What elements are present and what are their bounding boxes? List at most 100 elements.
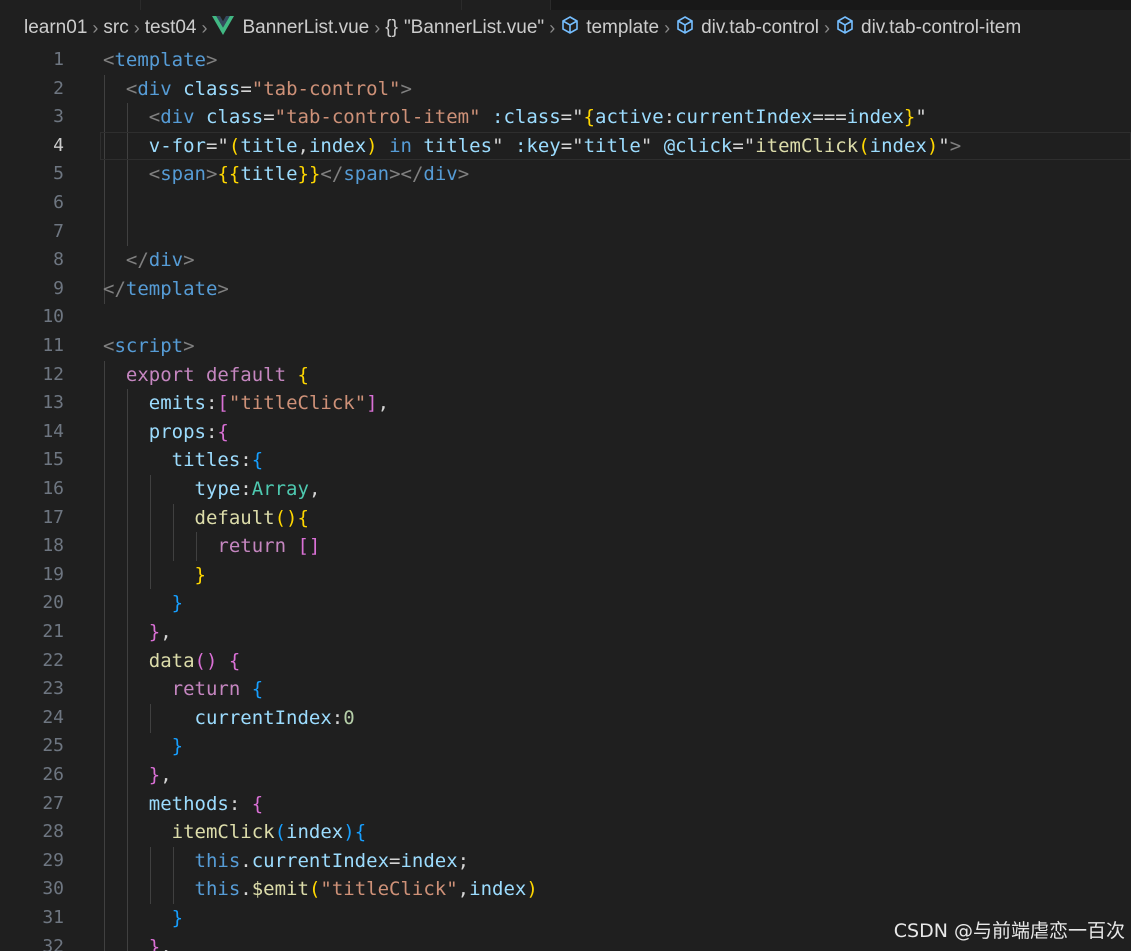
- code-token: >: [217, 277, 229, 300]
- code-text: return []: [103, 532, 320, 561]
- line-number: 1: [53, 49, 64, 70]
- code-line[interactable]: 4 v-for="(title,index) in titles" :key="…: [0, 131, 1131, 161]
- cube-icon: [560, 15, 580, 41]
- code-token: :: [228, 792, 252, 815]
- code-token: </: [103, 277, 126, 300]
- code-token: []: [297, 535, 321, 558]
- code-token: active: [595, 106, 664, 129]
- code-text: this.currentIndex=index;: [103, 847, 470, 876]
- breadcrumb-item-div-tab-control[interactable]: div.tab-control: [675, 15, 819, 41]
- code-line[interactable]: 20 }: [0, 589, 1131, 618]
- breadcrumb-item-test04[interactable]: test04: [145, 17, 197, 39]
- code-token: :key: [514, 134, 561, 157]
- breadcrumb-item-template[interactable]: template: [560, 15, 659, 41]
- code-token: ,: [308, 478, 321, 500]
- code-token: div: [137, 77, 172, 100]
- code-line[interactable]: 12 export default {: [0, 361, 1131, 390]
- code-line[interactable]: 11 <script>: [0, 332, 1131, 361]
- code-line[interactable]: 13 emits:["titleClick"],: [0, 389, 1131, 418]
- line-number: 2: [53, 77, 64, 99]
- code-text: emits:["titleClick"],: [103, 389, 389, 418]
- breadcrumb-label: div.tab-control: [701, 17, 819, 38]
- code-line[interactable]: 28 itemClick(index){: [0, 818, 1131, 847]
- code-text: },: [103, 618, 172, 647]
- line-number: 18: [42, 535, 64, 557]
- code-token: "titleClick": [320, 878, 458, 901]
- line-number: 8: [53, 249, 64, 271]
- editor-tab[interactable]: [0, 0, 141, 10]
- line-number: 23: [42, 678, 64, 700]
- code-line[interactable]: 6: [0, 189, 1131, 218]
- code-text: </div>: [103, 246, 195, 275]
- code-line[interactable]: 5 <span>{{title}}</span></div>: [0, 160, 1131, 189]
- code-editor[interactable]: 1 <template> 2 <div class="tab-control"> 3 …: [0, 46, 1131, 951]
- code-line[interactable]: 30 this.$emit("titleClick",index): [0, 875, 1131, 904]
- code-line[interactable]: 9 </template>: [0, 275, 1131, 304]
- code-token: </: [125, 249, 149, 272]
- line-number: 21: [42, 621, 64, 642]
- breadcrumb-item-object[interactable]: {} "BannerList.vue": [385, 17, 544, 39]
- code-line[interactable]: 22 data() {: [0, 647, 1131, 676]
- code-token: }: [194, 563, 206, 586]
- code-line[interactable]: 21 },: [0, 618, 1131, 647]
- code-token: ": [915, 106, 927, 129]
- breadcrumb-item-learn01[interactable]: learn01: [24, 17, 87, 39]
- code-line[interactable]: 7: [0, 218, 1131, 247]
- code-token: "tab-control-item": [274, 106, 481, 129]
- chevron-right-icon: ›: [201, 17, 208, 38]
- code-token: =: [240, 77, 252, 100]
- line-number: 24: [42, 706, 64, 728]
- code-token: ): [343, 821, 355, 844]
- watermark: CSDN @与前端虐恋一百次: [893, 920, 1125, 942]
- code-text: },: [103, 761, 172, 790]
- code-line[interactable]: 16 type:Array,: [0, 475, 1131, 504]
- code-token: script: [114, 335, 184, 357]
- code-line[interactable]: 14 props:{: [0, 418, 1131, 447]
- line-number: 12: [42, 363, 64, 385]
- code-line[interactable]: 25 }: [0, 732, 1131, 761]
- code-token: ): [526, 878, 538, 901]
- breadcrumb-item-div-tab-control-item[interactable]: div.tab-control-item: [835, 15, 1021, 41]
- code-line[interactable]: 10: [0, 303, 1131, 332]
- code-token: }}: [297, 163, 321, 186]
- breadcrumb-item-src[interactable]: src: [103, 17, 128, 39]
- code-token: :class: [492, 106, 561, 129]
- code-line[interactable]: 26 },: [0, 761, 1131, 790]
- code-text: <script>: [103, 332, 195, 361]
- code-line[interactable]: 1 <template>: [0, 46, 1131, 75]
- breadcrumb-label: test04: [144, 17, 197, 38]
- code-line[interactable]: 18 return []: [0, 532, 1131, 561]
- breadcrumb-item-file[interactable]: BannerList.vue: [212, 15, 369, 41]
- code-line[interactable]: 19 }: [0, 561, 1131, 590]
- code-text: titles:{: [103, 446, 264, 475]
- code-line[interactable]: 27 methods: {: [0, 790, 1131, 819]
- code-token: type: [194, 478, 241, 500]
- code-token: currentIndex: [675, 106, 813, 129]
- code-line[interactable]: 24 currentIndex:0: [0, 704, 1131, 733]
- line-number: 11: [42, 335, 64, 356]
- chevron-right-icon: ›: [133, 17, 140, 38]
- code-line[interactable]: 23 return {: [0, 675, 1131, 704]
- code-line[interactable]: 15 titles:{: [0, 446, 1131, 475]
- code-line[interactable]: 3 <div class="tab-control-item" :class="…: [0, 103, 1131, 132]
- code-line[interactable]: 17 default(){: [0, 504, 1131, 533]
- code-token: emits: [148, 392, 206, 415]
- code-token: props: [148, 420, 206, 443]
- line-number: 29: [42, 849, 64, 871]
- code-token: itemClick: [755, 134, 859, 157]
- editor-tab[interactable]: [462, 0, 551, 10]
- editor-tab[interactable]: [141, 0, 462, 10]
- code-token: index: [286, 821, 344, 844]
- chevron-right-icon: ›: [374, 17, 381, 38]
- code-line[interactable]: 2 <div class="tab-control">: [0, 75, 1131, 104]
- code-token: (): [274, 506, 298, 529]
- code-line[interactable]: 29 this.currentIndex=index;: [0, 847, 1131, 876]
- code-token: <: [125, 77, 138, 100]
- code-line[interactable]: 8 </div>: [0, 246, 1131, 275]
